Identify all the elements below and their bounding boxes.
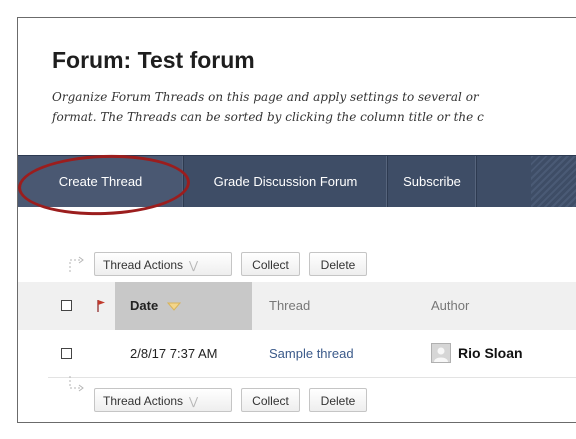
row-checkbox[interactable] bbox=[61, 348, 72, 359]
page-description: Organize Forum Threads on this page and … bbox=[52, 87, 576, 127]
forum-page: Forum: Test forum Organize Forum Threads… bbox=[17, 17, 576, 423]
thread-actions-label: Thread Actions bbox=[103, 394, 184, 408]
thread-actions-dropdown[interactable]: Thread Actions ⋁ bbox=[94, 252, 232, 276]
row-thread-link[interactable]: Sample thread bbox=[269, 346, 354, 361]
page-description-line-2: format. The Threads can be sorted by cli… bbox=[52, 110, 484, 124]
create-thread-button[interactable]: Create Thread bbox=[18, 156, 184, 207]
thread-table-header: Date Thread Author bbox=[18, 282, 576, 330]
subscribe-button[interactable]: Subscribe bbox=[388, 156, 477, 207]
avatar-placeholder-icon bbox=[431, 343, 451, 363]
table-row: 2/8/17 7:37 AM Sample thread Rio Sloan bbox=[18, 330, 576, 378]
chevron-down-icon: ⋁ bbox=[189, 396, 199, 408]
grade-discussion-forum-button[interactable]: Grade Discussion Forum bbox=[184, 156, 388, 207]
corner-arrow-icon bbox=[69, 256, 84, 272]
row-divider bbox=[48, 377, 576, 378]
page-header: Forum: Test forum Organize Forum Threads… bbox=[18, 18, 576, 156]
delete-button[interactable]: Delete bbox=[309, 252, 367, 276]
row-author[interactable]: Rio Sloan bbox=[458, 345, 523, 361]
thread-actions-dropdown[interactable]: Thread Actions ⋁ bbox=[94, 388, 232, 412]
delete-button[interactable]: Delete bbox=[309, 388, 367, 412]
flag-icon[interactable] bbox=[96, 299, 106, 313]
thread-actions-label: Thread Actions bbox=[103, 258, 184, 272]
sort-descending-icon[interactable] bbox=[167, 302, 181, 311]
avatar-silhouette bbox=[434, 347, 448, 362]
column-header-author[interactable]: Author bbox=[431, 298, 469, 313]
action-bar-decoration bbox=[531, 156, 576, 207]
select-all-checkbox[interactable] bbox=[61, 300, 72, 311]
page-title: Forum: Test forum bbox=[52, 47, 255, 73]
row-date: 2/8/17 7:37 AM bbox=[130, 346, 218, 361]
column-header-date[interactable]: Date bbox=[130, 298, 158, 313]
collect-button[interactable]: Collect bbox=[241, 388, 300, 412]
column-header-thread[interactable]: Thread bbox=[269, 298, 310, 313]
action-bar: Create Thread Grade Discussion Forum Sub… bbox=[18, 155, 576, 207]
corner-arrow-icon bbox=[69, 376, 84, 392]
collect-button[interactable]: Collect bbox=[241, 252, 300, 276]
chevron-down-icon: ⋁ bbox=[189, 260, 199, 272]
page-description-line-1: Organize Forum Threads on this page and … bbox=[52, 90, 479, 104]
